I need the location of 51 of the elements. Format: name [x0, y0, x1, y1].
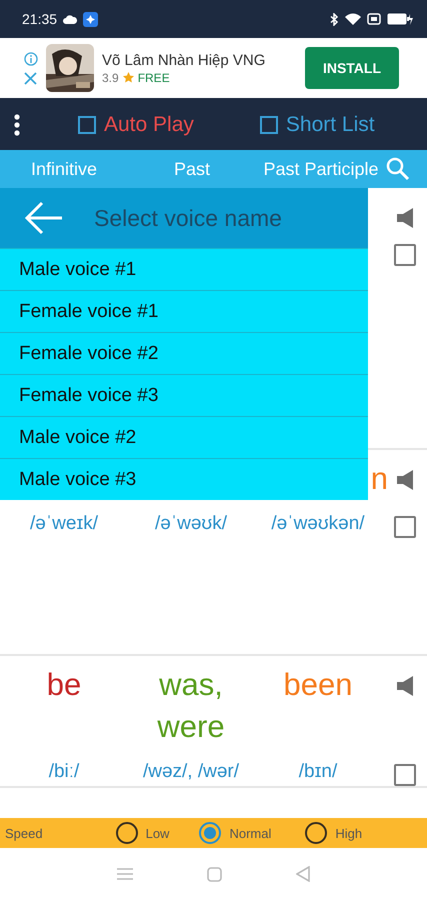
- close-icon[interactable]: [24, 72, 37, 84]
- checkbox[interactable]: [78, 116, 96, 134]
- row-checkbox[interactable]: [394, 764, 416, 786]
- wifi-icon: [345, 13, 361, 25]
- voice-option[interactable]: Male voice #2: [0, 416, 368, 458]
- radio-button[interactable]: [199, 822, 222, 844]
- dialog-title: Select voice name: [94, 204, 282, 232]
- pronunciation: /bɪn/: [298, 761, 338, 782]
- clock: 21:35: [22, 11, 58, 27]
- radio-button[interactable]: [305, 822, 328, 844]
- radio-button[interactable]: [116, 822, 138, 844]
- pronunciation: /əˈwəʊkən/: [271, 513, 365, 534]
- bluetooth-icon: [330, 12, 339, 26]
- price-label: FREE: [138, 70, 170, 84]
- voice-option[interactable]: Female voice #3: [0, 374, 368, 416]
- pronunciation: /əˈweɪk/: [30, 513, 98, 534]
- checkbox[interactable]: [260, 116, 278, 134]
- star-icon: [122, 72, 134, 83]
- rating: 3.9: [102, 70, 119, 84]
- screen-icon: [367, 13, 381, 25]
- overflow-menu-icon[interactable]: [14, 114, 20, 136]
- row-checkbox[interactable]: [394, 516, 416, 538]
- install-button[interactable]: INSTALL: [305, 47, 399, 89]
- back-arrow-icon[interactable]: [24, 201, 64, 235]
- radio-label[interactable]: Low: [146, 826, 170, 840]
- speaker-icon[interactable]: [396, 208, 412, 228]
- speed-label: Speed: [5, 826, 43, 840]
- pronunciation: /biː/: [48, 761, 80, 782]
- verb-form: was, were: [157, 667, 225, 744]
- search-icon[interactable]: [386, 157, 410, 181]
- pronunciation: /əˈwəʊk/: [154, 513, 228, 534]
- info-icon[interactable]: [24, 52, 38, 66]
- voice-option[interactable]: Female voice #2: [0, 332, 368, 374]
- verb-form: been: [284, 667, 352, 702]
- speaker-icon[interactable]: [396, 470, 412, 490]
- radio-label[interactable]: High: [335, 826, 362, 840]
- voice-option[interactable]: Male voice #1: [0, 248, 368, 290]
- voice-option[interactable]: Female voice #1: [0, 290, 368, 332]
- option-label[interactable]: Auto Play: [104, 113, 194, 137]
- verb-form: be: [46, 667, 82, 702]
- voice-option[interactable]: Male voice #3: [0, 458, 368, 500]
- verb-form: n: [370, 461, 388, 496]
- app-notification-icon: [83, 12, 98, 26]
- speaker-icon[interactable]: [396, 676, 412, 696]
- cloud-icon: [63, 14, 78, 24]
- option-label[interactable]: Short List: [286, 113, 375, 137]
- ad-title[interactable]: Võ Lâm Nhàn Hiệp VNG: [102, 52, 297, 68]
- battery-icon: [387, 13, 413, 25]
- radio-label[interactable]: Normal: [229, 826, 272, 840]
- row-checkbox[interactable]: [394, 244, 416, 266]
- pronunciation: /wəz/, /wər/: [142, 761, 240, 782]
